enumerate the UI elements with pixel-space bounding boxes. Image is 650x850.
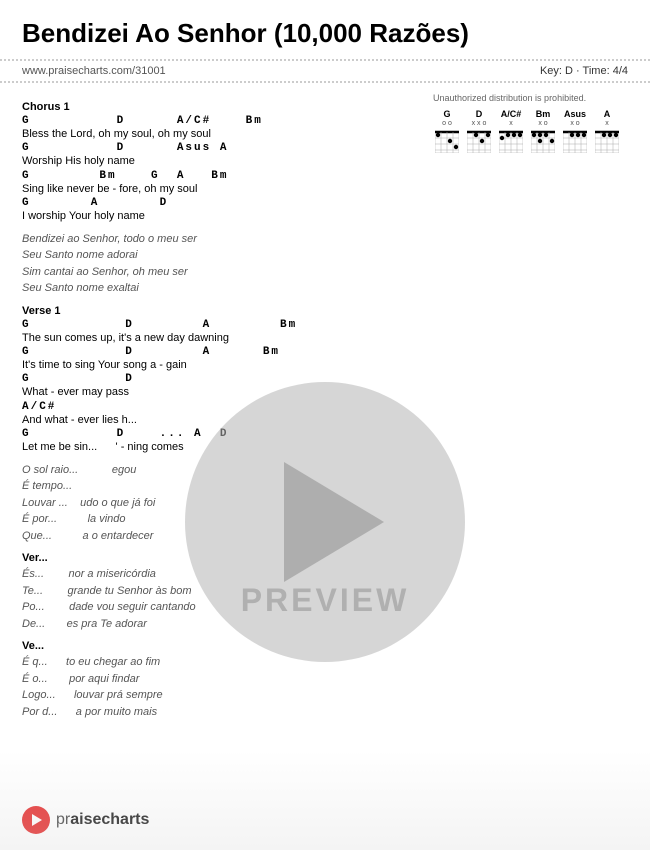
lyric-italic-line: Logo... louvar prá sempre [22, 687, 418, 704]
page-title: Bendizei Ao Senhor (10,000 Razões) [22, 18, 628, 49]
lyric-italic-line: De... es pra Te adorar [22, 616, 418, 633]
lyric-italic-line: Te... grande tu Senhor às bom [22, 583, 418, 600]
footer-play-icon [32, 814, 42, 826]
footer-brand-text: praisecharts [56, 811, 149, 829]
unauthorized-text: Unauthorized distribution is prohibited. [433, 93, 628, 103]
chord-diagram-asus: Asus x o [561, 109, 589, 153]
chord-line: G D [22, 373, 418, 385]
lyric-italic-line: Louvar ... udo o que já foi [22, 495, 418, 512]
footer-brand-pre: pr [56, 811, 70, 828]
chord-grid-ac# [499, 129, 523, 153]
lyric-italic-line: Bendizei ao Senhor, todo o meu ser [22, 231, 418, 248]
header: Bendizei Ao Senhor (10,000 Razões) [0, 0, 650, 61]
lyric-italic-line: Seu Santo nome exaltai [22, 280, 418, 297]
lyric-italic-line: É por... la vindo [22, 511, 418, 528]
url-text: www.praisecharts.com/31001 [22, 65, 166, 77]
lyric-italic-line: Po... dade vou seguir cantando [22, 599, 418, 616]
chord-line: A/C# [22, 401, 418, 413]
chord-line: G Bm G A Bm [22, 170, 418, 182]
page-fade [0, 750, 650, 850]
chord-diagram-d: D x x o [465, 109, 493, 153]
chorus1-stanza2: Bendizei ao Senhor, todo o meu ser Seu S… [22, 231, 418, 297]
lyric-italic-line: És... nor a misericórdia [22, 566, 418, 583]
section-chorus1-label: Chorus 1 [22, 101, 418, 113]
section-verse1-label: Verse 1 [22, 305, 418, 317]
verse1-stanza2: O sol raio... egou É tempo... Louvar ...… [22, 462, 418, 545]
chord-grid-asus [563, 129, 587, 153]
lyric-italic-line: Que... a o entardecer [22, 528, 418, 545]
lyric-italic-line: O sol raio... egou [22, 462, 418, 479]
chord-line: G D A/C# Bm [22, 115, 418, 127]
footer-logo[interactable] [22, 806, 50, 834]
lyric-italic-line: É q... to eu chegar ao fim [22, 654, 418, 671]
lyric-italic-line: É o... por aqui findar [22, 671, 418, 688]
lyric-line: Bless the Lord, oh my soul, oh my soul [22, 127, 418, 142]
chord-diagram-g: G o o [433, 109, 461, 153]
lyric-italic-line: Sim cantai ao Senhor, oh meu ser [22, 264, 418, 281]
lyric-line: I worship Your holy name [22, 209, 418, 224]
lyric-italic-line: Seu Santo nome adorai [22, 247, 418, 264]
sub-header: www.praisecharts.com/31001 Key: D · Time… [0, 61, 650, 83]
chord-grid-g [435, 129, 459, 153]
chord-grid-a [595, 129, 619, 153]
ver2-stanza: És... nor a misericórdia Te... grande tu… [22, 566, 418, 632]
chord-line: G D A Bm [22, 319, 418, 331]
section-ver2-label: Ver... [22, 552, 418, 564]
verse1-stanza1: G D A Bm The sun comes up, it's a new da… [22, 319, 418, 456]
chord-line: G D ... A D [22, 428, 418, 440]
lyric-line: Worship His holy name [22, 154, 418, 169]
lyric-line: Let me be sin... ' - ning comes [22, 440, 418, 455]
lyric-italic-line: Por d... a por muito mais [22, 704, 418, 721]
chord-line: G D Asus A [22, 142, 418, 154]
chord-grid-d [467, 129, 491, 153]
ve3-stanza: É q... to eu chegar ao fim É o... por aq… [22, 654, 418, 720]
lyric-line: What - ever may pass [22, 385, 418, 400]
lyric-line: It's time to sing Your song a - gain [22, 358, 418, 373]
chord-diagram-a: A x [593, 109, 621, 153]
section-ve3-label: Ve... [22, 640, 418, 652]
chord-diagrams-column: Unauthorized distribution is prohibited.… [428, 93, 628, 726]
chord-diagram-ac#: A/C# x [497, 109, 525, 153]
chord-line: G D A Bm [22, 346, 418, 358]
footer-brand-bold: aisecharts [70, 811, 149, 828]
chord-grid-bm [531, 129, 555, 153]
lyric-italic-line: É tempo... [22, 478, 418, 495]
main-content: Chorus 1 G D A/C# Bm Bless the Lord, oh … [0, 83, 650, 726]
lyric-line: Sing like never be - fore, oh my soul [22, 182, 418, 197]
chorus1-stanza1: G D A/C# Bm Bless the Lord, oh my soul, … [22, 115, 418, 225]
chord-line: G A D [22, 197, 418, 209]
chord-diagram-bm: Bm x o [529, 109, 557, 153]
footer: praisecharts [22, 806, 149, 834]
lyric-line: And what - ever lies h... [22, 413, 418, 428]
lyric-line: The sun comes up, it's a new day dawning [22, 331, 418, 346]
sheet-music-column: Chorus 1 G D A/C# Bm Bless the Lord, oh … [22, 93, 428, 726]
key-time-text: Key: D · Time: 4/4 [540, 65, 628, 77]
